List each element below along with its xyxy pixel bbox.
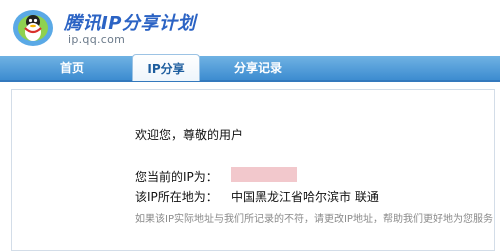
location-value: 中国黑龙江省哈尔滨市 联通: [231, 190, 379, 204]
ip-value-redacted: [231, 167, 297, 182]
tab-home[interactable]: 首页: [42, 56, 102, 80]
tab-ip-share[interactable]: IP分享: [132, 54, 200, 81]
location-label: 该IP所在地为：: [135, 190, 218, 204]
notice-text: 如果该IP实际地址与我们所记录的不符，请更改IP地址，帮助我们更好地为您服务: [135, 214, 493, 225]
qq-penguin-icon[interactable]: [11, 6, 55, 48]
tab-share-records[interactable]: 分享记录: [218, 56, 298, 80]
site-title: 腾讯IP分享计划: [64, 13, 196, 34]
site-header: 腾讯IP分享计划 ip.qq.com: [0, 0, 500, 56]
nav-bar: 首页 IP分享 分享记录: [0, 54, 500, 82]
site-domain: ip.qq.com: [68, 33, 126, 46]
welcome-text: 欢迎您，尊敬的用户: [135, 128, 244, 142]
ip-label: 您当前的IP为：: [135, 170, 218, 184]
